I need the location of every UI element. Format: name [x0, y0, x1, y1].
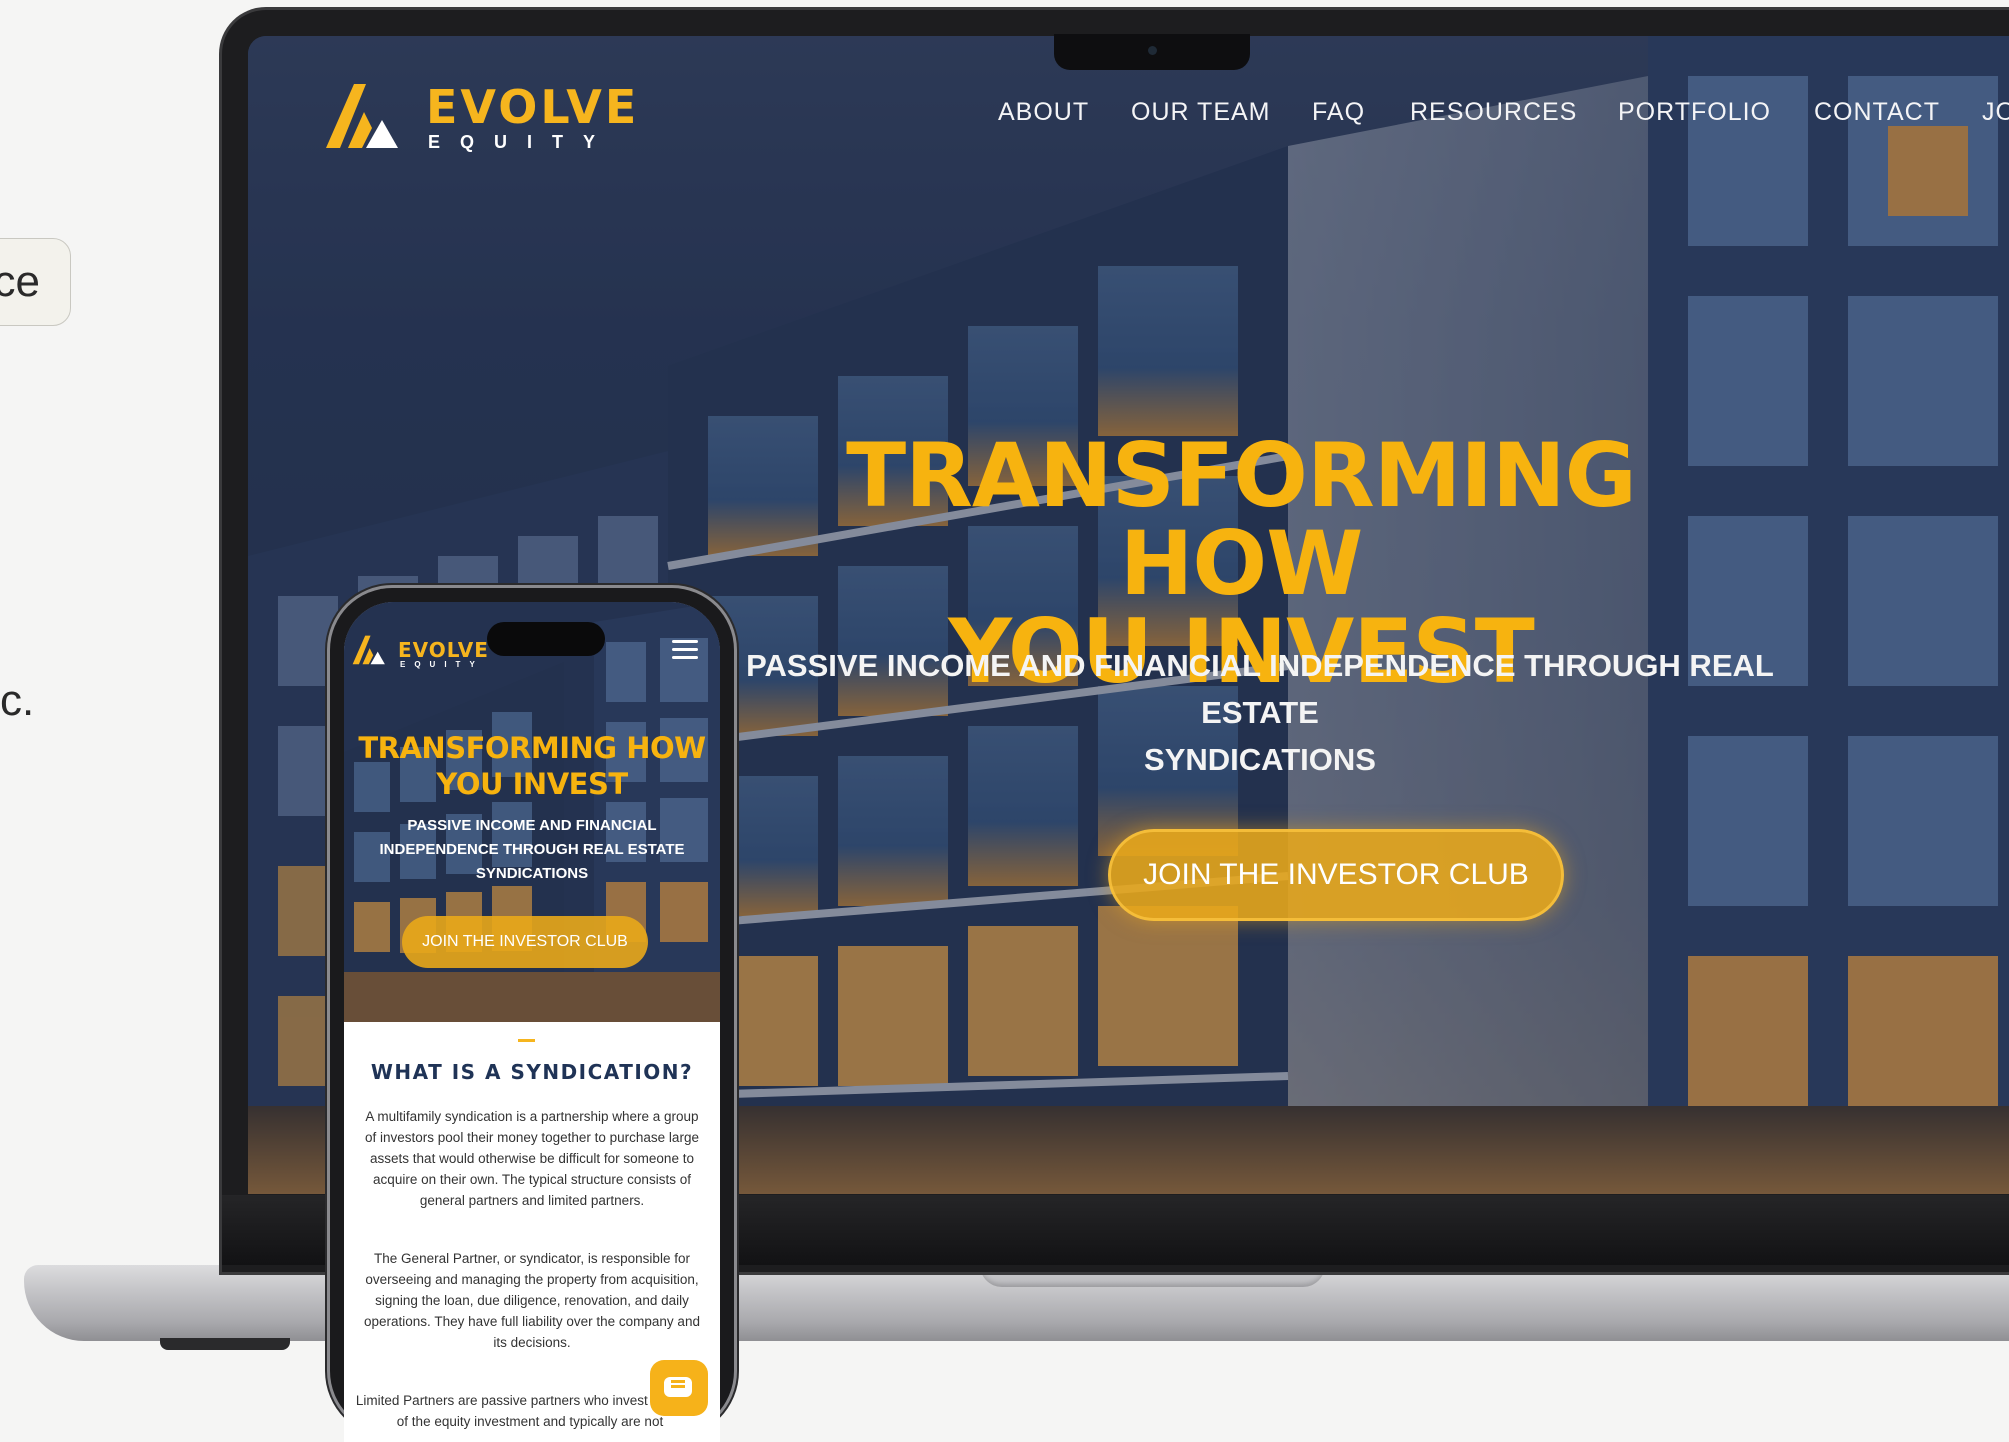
phone-logo-wordmark: EVOLVE	[398, 638, 489, 662]
phone-hero-subtitle-line3: SYNDICATIONS	[475, 865, 589, 882]
nav-join-partial[interactable]: JO	[1982, 98, 2009, 127]
site-logo[interactable]: EVOLVE EQUITY	[326, 72, 636, 152]
nav-faq[interactable]: FAQ	[1312, 98, 1365, 127]
logo-mark-icon	[326, 84, 398, 148]
laptop-foot	[160, 1338, 290, 1350]
laptop-camera-notch	[1054, 34, 1250, 70]
hero-subtitle-line2: SYNDICATIONS	[1144, 742, 1376, 777]
phone-hero-title-line2: YOU INVEST	[436, 767, 628, 801]
chat-icon[interactable]	[650, 1360, 708, 1416]
phone-hero-subtitle-line2: INDEPENDENCE THROUGH REAL ESTATE	[379, 841, 685, 858]
section-paragraph-1: A multifamily syndication is a partnersh…	[365, 1109, 699, 1208]
phone-hero-title: TRANSFORMING HOW YOU INVEST	[344, 730, 720, 802]
phone-hero: EVOLVE EQUITY TRANSFORMING HOW YOU INVES…	[344, 602, 720, 1022]
phone-dynamic-island	[487, 622, 605, 656]
section-accent-bar	[518, 1039, 535, 1042]
section-heading: WHAT IS A SYNDICATION?	[370, 1060, 694, 1084]
nav-contact[interactable]: CONTACT	[1814, 98, 1940, 127]
logo-mark-icon	[352, 635, 385, 665]
phone-hero-subtitle: PASSIVE INCOME AND FINANCIAL INDEPENDENC…	[374, 814, 690, 886]
nav-resources[interactable]: RESOURCES	[1410, 98, 1577, 127]
section-paragraph-2: The General Partner, or syndicator, is r…	[364, 1251, 700, 1350]
phone-logo[interactable]: EVOLVE EQUITY	[352, 632, 502, 672]
nav-portfolio[interactable]: PORTFOLIO	[1618, 98, 1771, 127]
menu-icon[interactable]	[672, 640, 698, 660]
phone-logo-subtext: EQUITY	[400, 660, 484, 669]
join-investor-club-button[interactable]: JOIN THE INVESTOR CLUB	[1108, 829, 1564, 921]
hero-subtitle: PASSIVE INCOME AND FINANCIAL INDEPENDENC…	[720, 642, 1800, 783]
logo-wordmark: EVOLVE	[426, 80, 640, 134]
partial-text-fragment: c.	[0, 676, 35, 725]
phone-frame: EVOLVE EQUITY TRANSFORMING HOW YOU INVES…	[330, 588, 734, 1442]
phone-hero-subtitle-line1: PASSIVE INCOME AND FINANCIAL	[407, 817, 657, 834]
partial-pill-button[interactable]: ce	[0, 238, 71, 326]
hero-title-line1: TRANSFORMING HOW	[846, 424, 1637, 615]
phone-screen: EVOLVE EQUITY TRANSFORMING HOW YOU INVES…	[344, 602, 720, 1442]
phone-join-investor-club-button[interactable]: JOIN THE INVESTOR CLUB	[402, 916, 648, 968]
hero-subtitle-line1: PASSIVE INCOME AND FINANCIAL INDEPENDENC…	[746, 648, 1774, 730]
partial-pill-text: ce	[0, 257, 40, 306]
logo-subtext: EQUITY	[428, 132, 616, 152]
phone-hero-title-line1: TRANSFORMING HOW	[358, 731, 706, 765]
nav-our-team[interactable]: OUR TEAM	[1131, 98, 1271, 127]
nav-about[interactable]: ABOUT	[998, 98, 1089, 127]
